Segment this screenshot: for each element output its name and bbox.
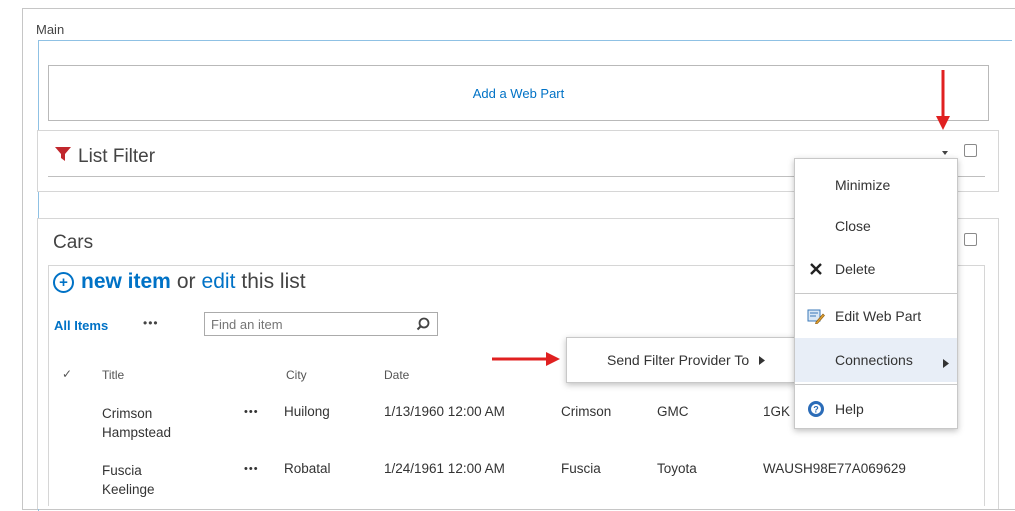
row-title-line: Hampstead [102, 425, 172, 440]
filter-icon [54, 145, 72, 168]
row-title-line: Keelinge [102, 482, 155, 497]
select-all-check-icon[interactable]: ✓ [62, 367, 72, 381]
menu-item-close[interactable]: Close [795, 206, 957, 246]
row-title-line: Crimson [102, 406, 153, 421]
menu-item-label: Connections [835, 352, 913, 368]
add-web-part-button[interactable]: Add a Web Part [48, 65, 989, 121]
list-filter-select-checkbox[interactable] [964, 144, 977, 157]
edit-web-part-icon [807, 308, 825, 327]
connections-submenu: Send Filter Provider To [566, 337, 796, 383]
menu-item-label: Edit Web Part [835, 308, 922, 324]
search-icon[interactable] [416, 317, 430, 336]
list-filter-title: List Filter [78, 145, 156, 167]
menu-item-label: Help [835, 401, 864, 417]
row-more-ellipsis-icon[interactable]: ••• [244, 406, 259, 418]
row-vin: WAUSH98E77A069629 [763, 461, 906, 476]
row-make-link[interactable]: GMC [657, 404, 689, 419]
view-more-ellipsis-icon[interactable]: ••• [143, 316, 159, 330]
column-header-title[interactable]: Title [102, 368, 124, 382]
row-more-ellipsis-icon[interactable]: ••• [244, 463, 259, 475]
row-date: 1/24/1961 12:00 AM [384, 461, 505, 476]
connections-submenu-arrow-icon [943, 355, 949, 371]
new-item-link[interactable]: new item [81, 270, 171, 294]
menu-item-label: Close [835, 218, 871, 234]
menu-item-minimize[interactable]: Minimize [795, 165, 957, 205]
delete-x-icon [809, 262, 823, 279]
menu-separator [795, 384, 957, 385]
add-web-part-label: Add a Web Part [472, 85, 565, 101]
red-arrow-down-icon [935, 70, 951, 137]
web-part-menu: Minimize Close Delete Edit Web Part Conn… [794, 158, 958, 429]
red-arrow-right-icon [492, 352, 562, 371]
list-filter-header: List Filter [54, 145, 155, 168]
row-city: Robatal [284, 461, 331, 476]
add-circle-icon[interactable]: + [53, 271, 74, 293]
this-list-text: this list [241, 270, 306, 293]
help-icon: ? [807, 400, 825, 421]
column-header-city[interactable]: City [286, 368, 307, 382]
menu-item-help[interactable]: ? Help [795, 389, 957, 429]
row-color: Fuscia [561, 461, 601, 476]
table-row[interactable]: Fuscia Keelinge [102, 461, 155, 499]
search-input[interactable] [204, 312, 438, 336]
new-item-row: + new item or edit this list [53, 270, 306, 294]
submenu-arrow-icon [759, 352, 766, 368]
row-city: Huilong [284, 404, 330, 419]
menu-item-label: Minimize [835, 177, 891, 193]
row-vin: 1GK [763, 404, 791, 419]
row-color: Crimson [561, 404, 612, 419]
row-make-link[interactable]: Toyota [657, 461, 697, 476]
send-filter-provider-to-item[interactable]: Send Filter Provider To [607, 338, 766, 382]
table-row[interactable]: Crimson Hampstead [102, 404, 171, 442]
row-title-line: Fuscia [102, 463, 142, 478]
or-text: or [176, 270, 196, 293]
edit-link[interactable]: edit [202, 270, 236, 294]
menu-separator [795, 293, 957, 294]
menu-item-delete[interactable]: Delete [795, 249, 957, 289]
column-header-date[interactable]: Date [384, 368, 409, 382]
view-all-items-link[interactable]: All Items [54, 318, 108, 333]
row-date: 1/13/1960 12:00 AM [384, 404, 505, 419]
cars-title: Cars [53, 232, 94, 253]
menu-item-label: Delete [835, 261, 876, 277]
zone-label: Main [36, 22, 65, 37]
send-filter-provider-label: Send Filter Provider To [607, 352, 750, 368]
svg-text:?: ? [813, 405, 819, 415]
menu-item-connections[interactable]: Connections [795, 338, 957, 382]
menu-item-edit-web-part[interactable]: Edit Web Part [795, 296, 957, 336]
cars-select-checkbox[interactable] [964, 233, 977, 246]
